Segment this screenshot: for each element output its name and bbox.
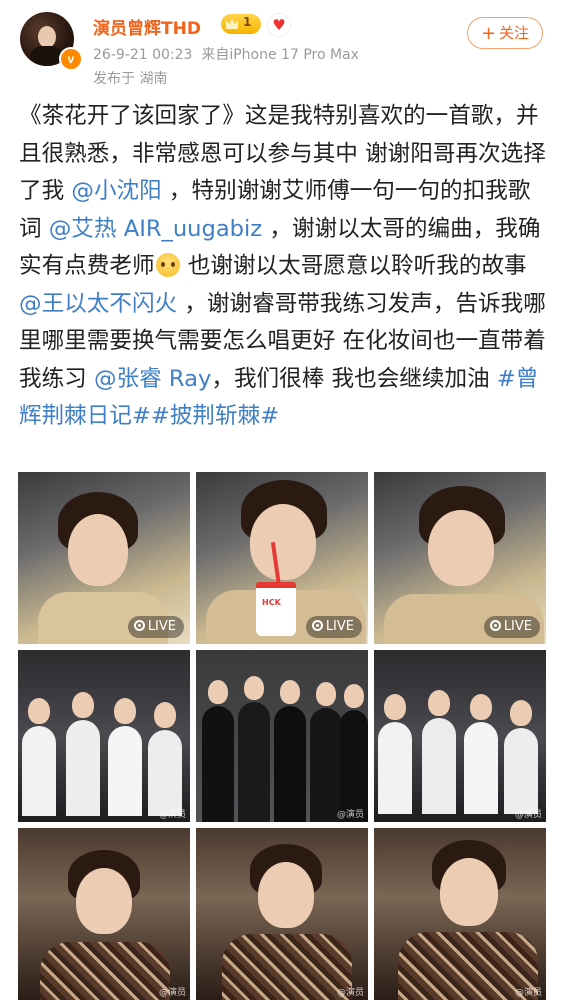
post-text-segment: ，我们很棒 我也会继续加油 xyxy=(211,365,497,392)
post-device: 来自iPhone 17 Pro Max xyxy=(201,47,359,63)
photo-watermark: @演员 xyxy=(514,988,542,998)
post-meta: 26-9-21 00:23 来自iPhone 17 Pro Max xyxy=(93,44,359,64)
mention-link[interactable]: @王以太不闪火 xyxy=(19,291,177,317)
plus-icon: + xyxy=(480,23,497,44)
photo-9[interactable]: @演员 xyxy=(374,828,546,1000)
live-photo-badge: LIVE xyxy=(305,616,362,638)
avatar-face xyxy=(38,26,56,48)
live-label: LIVE xyxy=(503,619,532,634)
photo-watermark: @演员 xyxy=(158,810,186,820)
post-text: 《茶花开了该回家了》这是我特别喜欢的一首歌，并且很熟悉，非常感恩可以参与其中 谢… xyxy=(19,98,549,436)
hashtag-link[interactable]: #披荆斩棘# xyxy=(151,403,279,429)
photo-5[interactable]: @演员 xyxy=(196,650,368,822)
live-icon xyxy=(133,620,145,631)
post-text-segment: 也谢谢以太哥愿意以聆听我的故事 xyxy=(180,253,527,279)
level-number: 1 xyxy=(243,15,252,29)
mention-link[interactable]: @小沈阳 xyxy=(71,178,161,204)
pleading-face-emoji-icon xyxy=(155,253,180,277)
live-photo-badge: LIVE xyxy=(127,616,184,638)
photo-3[interactable]: LIVE xyxy=(374,472,546,644)
photo-grid: LIVE HCK LIVE LIVE @演员 @演员 @演员 @演员 @演员 @… xyxy=(18,472,546,1000)
live-label: LIVE xyxy=(325,619,354,634)
post-header: v 演员曾辉THD 1 ♥ 26-9-21 00:23 来自iPhone 17 … xyxy=(0,0,563,92)
follow-button[interactable]: + 关注 xyxy=(467,17,543,49)
photo-1[interactable]: LIVE xyxy=(18,472,190,644)
live-icon xyxy=(489,620,501,631)
fan-badge-icon[interactable]: ♥ xyxy=(267,13,291,37)
photo-2[interactable]: HCK LIVE xyxy=(196,472,368,644)
drink-cup: HCK xyxy=(256,582,296,636)
live-label: LIVE xyxy=(147,619,176,634)
weibo-post: v 演员曾辉THD 1 ♥ 26-9-21 00:23 来自iPhone 17 … xyxy=(0,0,563,1000)
member-level-badge[interactable]: 1 xyxy=(221,14,261,34)
live-photo-badge: LIVE xyxy=(483,616,540,638)
crown-icon xyxy=(226,18,238,29)
photo-8[interactable]: @演员 xyxy=(196,828,368,1000)
cup-label: HCK xyxy=(262,598,281,607)
photo-6[interactable]: @演员 xyxy=(374,650,546,822)
follow-label: 关注 xyxy=(499,24,530,42)
photo-watermark: @演员 xyxy=(336,810,364,820)
post-location: 发布于 湖南 xyxy=(93,71,168,87)
photo-watermark: @演员 xyxy=(514,810,542,820)
photo-7[interactable]: @演员 xyxy=(18,828,190,1000)
mention-link[interactable]: @张睿 Ray xyxy=(94,366,211,392)
username[interactable]: 演员曾辉THD xyxy=(93,14,201,39)
photo-4[interactable]: @演员 xyxy=(18,650,190,822)
post-timestamp: 26-9-21 00:23 xyxy=(93,47,193,63)
photo-watermark: @演员 xyxy=(158,988,186,998)
verified-badge-icon: v xyxy=(59,47,83,71)
live-icon xyxy=(311,620,323,631)
mention-link[interactable]: @艾热 AIR_uugabiz xyxy=(49,216,262,242)
photo-watermark: @演员 xyxy=(336,988,364,998)
